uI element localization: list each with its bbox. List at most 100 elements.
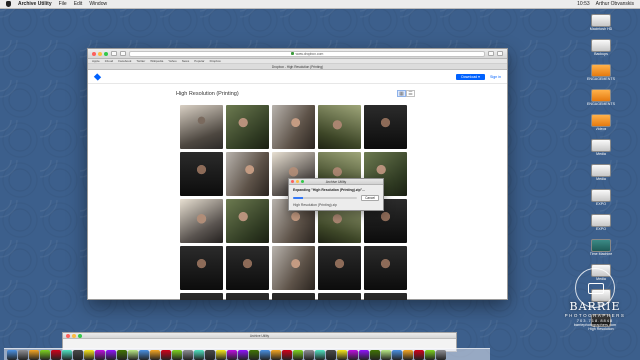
dock-app-icon[interactable] (315, 349, 325, 360)
desktop-icon[interactable]: EXPO (574, 189, 628, 211)
menu-app-name[interactable]: Archive Utility (18, 1, 52, 7)
photo-thumbnail[interactable] (318, 246, 361, 290)
dock-app-icon[interactable] (425, 349, 435, 360)
dock-app-icon[interactable] (304, 349, 314, 360)
photo-thumbnail[interactable] (226, 105, 269, 149)
dock-app-icon[interactable] (260, 349, 270, 360)
apple-menu-icon[interactable] (6, 1, 11, 7)
dock-app-icon[interactable] (172, 349, 182, 360)
dock-app-icon[interactable] (139, 349, 149, 360)
dock-app-icon[interactable] (216, 349, 226, 360)
photo-thumbnail[interactable] (318, 293, 361, 300)
dock-app-icon[interactable] (117, 349, 127, 360)
desktop-icon[interactable]: Media (574, 139, 628, 161)
menu-item-edit[interactable]: Edit (74, 1, 83, 7)
desktop-icon[interactable]: ENGAGEMENTS (574, 64, 628, 86)
grid-view-button[interactable]: ▦ (397, 90, 406, 97)
photo-thumbnail[interactable] (364, 293, 407, 300)
user-name[interactable]: Arthur Obvanskis (596, 1, 634, 7)
photo-thumbnail[interactable] (272, 246, 315, 290)
bookmark-item[interactable]: Popular (194, 59, 204, 63)
desktop-icon[interactable]: Backups (574, 39, 628, 61)
dock-app-icon[interactable] (271, 349, 281, 360)
photo-thumbnail[interactable] (180, 105, 223, 149)
dock-app-icon[interactable] (106, 349, 116, 360)
tabs-button[interactable] (497, 51, 503, 56)
list-view-button[interactable]: ☰ (406, 90, 415, 97)
dock-app-icon[interactable] (95, 349, 105, 360)
dock-app-icon[interactable] (128, 349, 138, 360)
photo-thumbnail[interactable] (272, 105, 315, 149)
tab-title[interactable]: Dropbox - High Resolution (Printing) (272, 65, 323, 69)
dock-app-icon[interactable] (227, 349, 237, 360)
dock-app-icon[interactable] (238, 349, 248, 360)
photo-thumbnail[interactable] (226, 246, 269, 290)
photo-thumbnail[interactable] (318, 105, 361, 149)
dock-app-icon[interactable] (29, 349, 39, 360)
bookmark-item[interactable]: Dropbox (210, 59, 221, 63)
dock-app-icon[interactable] (370, 349, 380, 360)
dock-app-icon[interactable] (51, 349, 61, 360)
address-bar[interactable]: www.dropbox.com (129, 50, 485, 57)
photo-thumbnail[interactable] (226, 293, 269, 300)
dock-app-icon[interactable] (436, 349, 446, 360)
dock-app-icon[interactable] (84, 349, 94, 360)
menu-item-window[interactable]: Window (89, 1, 107, 7)
desktop-icon[interactable]: Videos (574, 114, 628, 136)
photo-thumbnail[interactable] (180, 293, 223, 300)
dock-app-icon[interactable] (337, 349, 347, 360)
dock-app-icon[interactable] (249, 349, 259, 360)
dock-app-icon[interactable] (359, 349, 369, 360)
dock-app-icon[interactable] (150, 349, 160, 360)
share-button[interactable] (488, 51, 494, 56)
bookmark-item[interactable]: Wikipedia (150, 59, 163, 63)
photo-thumbnail[interactable] (272, 293, 315, 300)
minimize-button[interactable] (98, 51, 102, 56)
desktop-icon[interactable]: Macintosh HD (574, 14, 628, 36)
zoom-button[interactable] (104, 51, 108, 56)
sign-in-link[interactable]: Sign in (490, 75, 501, 79)
bookmark-item[interactable]: iCloud (105, 59, 114, 63)
dock-app-icon[interactable] (73, 349, 83, 360)
forward-button[interactable] (120, 51, 126, 56)
bookmark-item[interactable]: Facebook (118, 59, 131, 63)
dock-app-icon[interactable] (348, 349, 358, 360)
photo-thumbnail[interactable] (226, 152, 269, 196)
dock-app-icon[interactable] (18, 349, 28, 360)
photo-thumbnail[interactable] (180, 152, 223, 196)
clock[interactable]: 10:53 (577, 1, 590, 7)
dock-app-icon[interactable] (62, 349, 72, 360)
dock-app-icon[interactable] (414, 349, 424, 360)
photo-thumbnail[interactable] (364, 105, 407, 149)
desktop-icon[interactable]: EXPO (574, 214, 628, 236)
photo-thumbnail[interactable] (180, 246, 223, 290)
bookmark-item[interactable]: Apple (92, 59, 100, 63)
dock-app-icon[interactable] (194, 349, 204, 360)
photo-thumbnail[interactable] (180, 199, 223, 243)
dock-app-icon[interactable] (183, 349, 193, 360)
dock-app-icon[interactable] (326, 349, 336, 360)
dock-app-icon[interactable] (403, 349, 413, 360)
bookmark-item[interactable]: Yahoo (168, 59, 176, 63)
dock-app-icon[interactable] (293, 349, 303, 360)
dock-app-icon[interactable] (7, 349, 17, 360)
dropbox-logo-icon[interactable] (93, 72, 102, 81)
dock-app-icon[interactable] (282, 349, 292, 360)
menu-item-file[interactable]: File (59, 1, 67, 7)
download-button[interactable]: Download ▾ (456, 73, 485, 80)
desktop-icon[interactable]: Time Machine (574, 239, 628, 261)
dock-app-icon[interactable] (392, 349, 402, 360)
desktop-icon[interactable]: Media (574, 164, 628, 186)
bookmark-item[interactable]: Twitter (136, 59, 145, 63)
dock-app-icon[interactable] (40, 349, 50, 360)
desktop-icon[interactable]: ENGAGEMENTS (574, 89, 628, 111)
dock-app-icon[interactable] (381, 349, 391, 360)
bookmark-item[interactable]: News (182, 59, 190, 63)
photo-thumbnail[interactable] (226, 199, 269, 243)
dock-app-icon[interactable] (161, 349, 171, 360)
photo-thumbnail[interactable] (364, 246, 407, 290)
close-button[interactable] (92, 51, 96, 56)
cancel-button[interactable]: Cancel (361, 195, 379, 201)
back-button[interactable] (111, 51, 117, 56)
dock-app-icon[interactable] (205, 349, 215, 360)
